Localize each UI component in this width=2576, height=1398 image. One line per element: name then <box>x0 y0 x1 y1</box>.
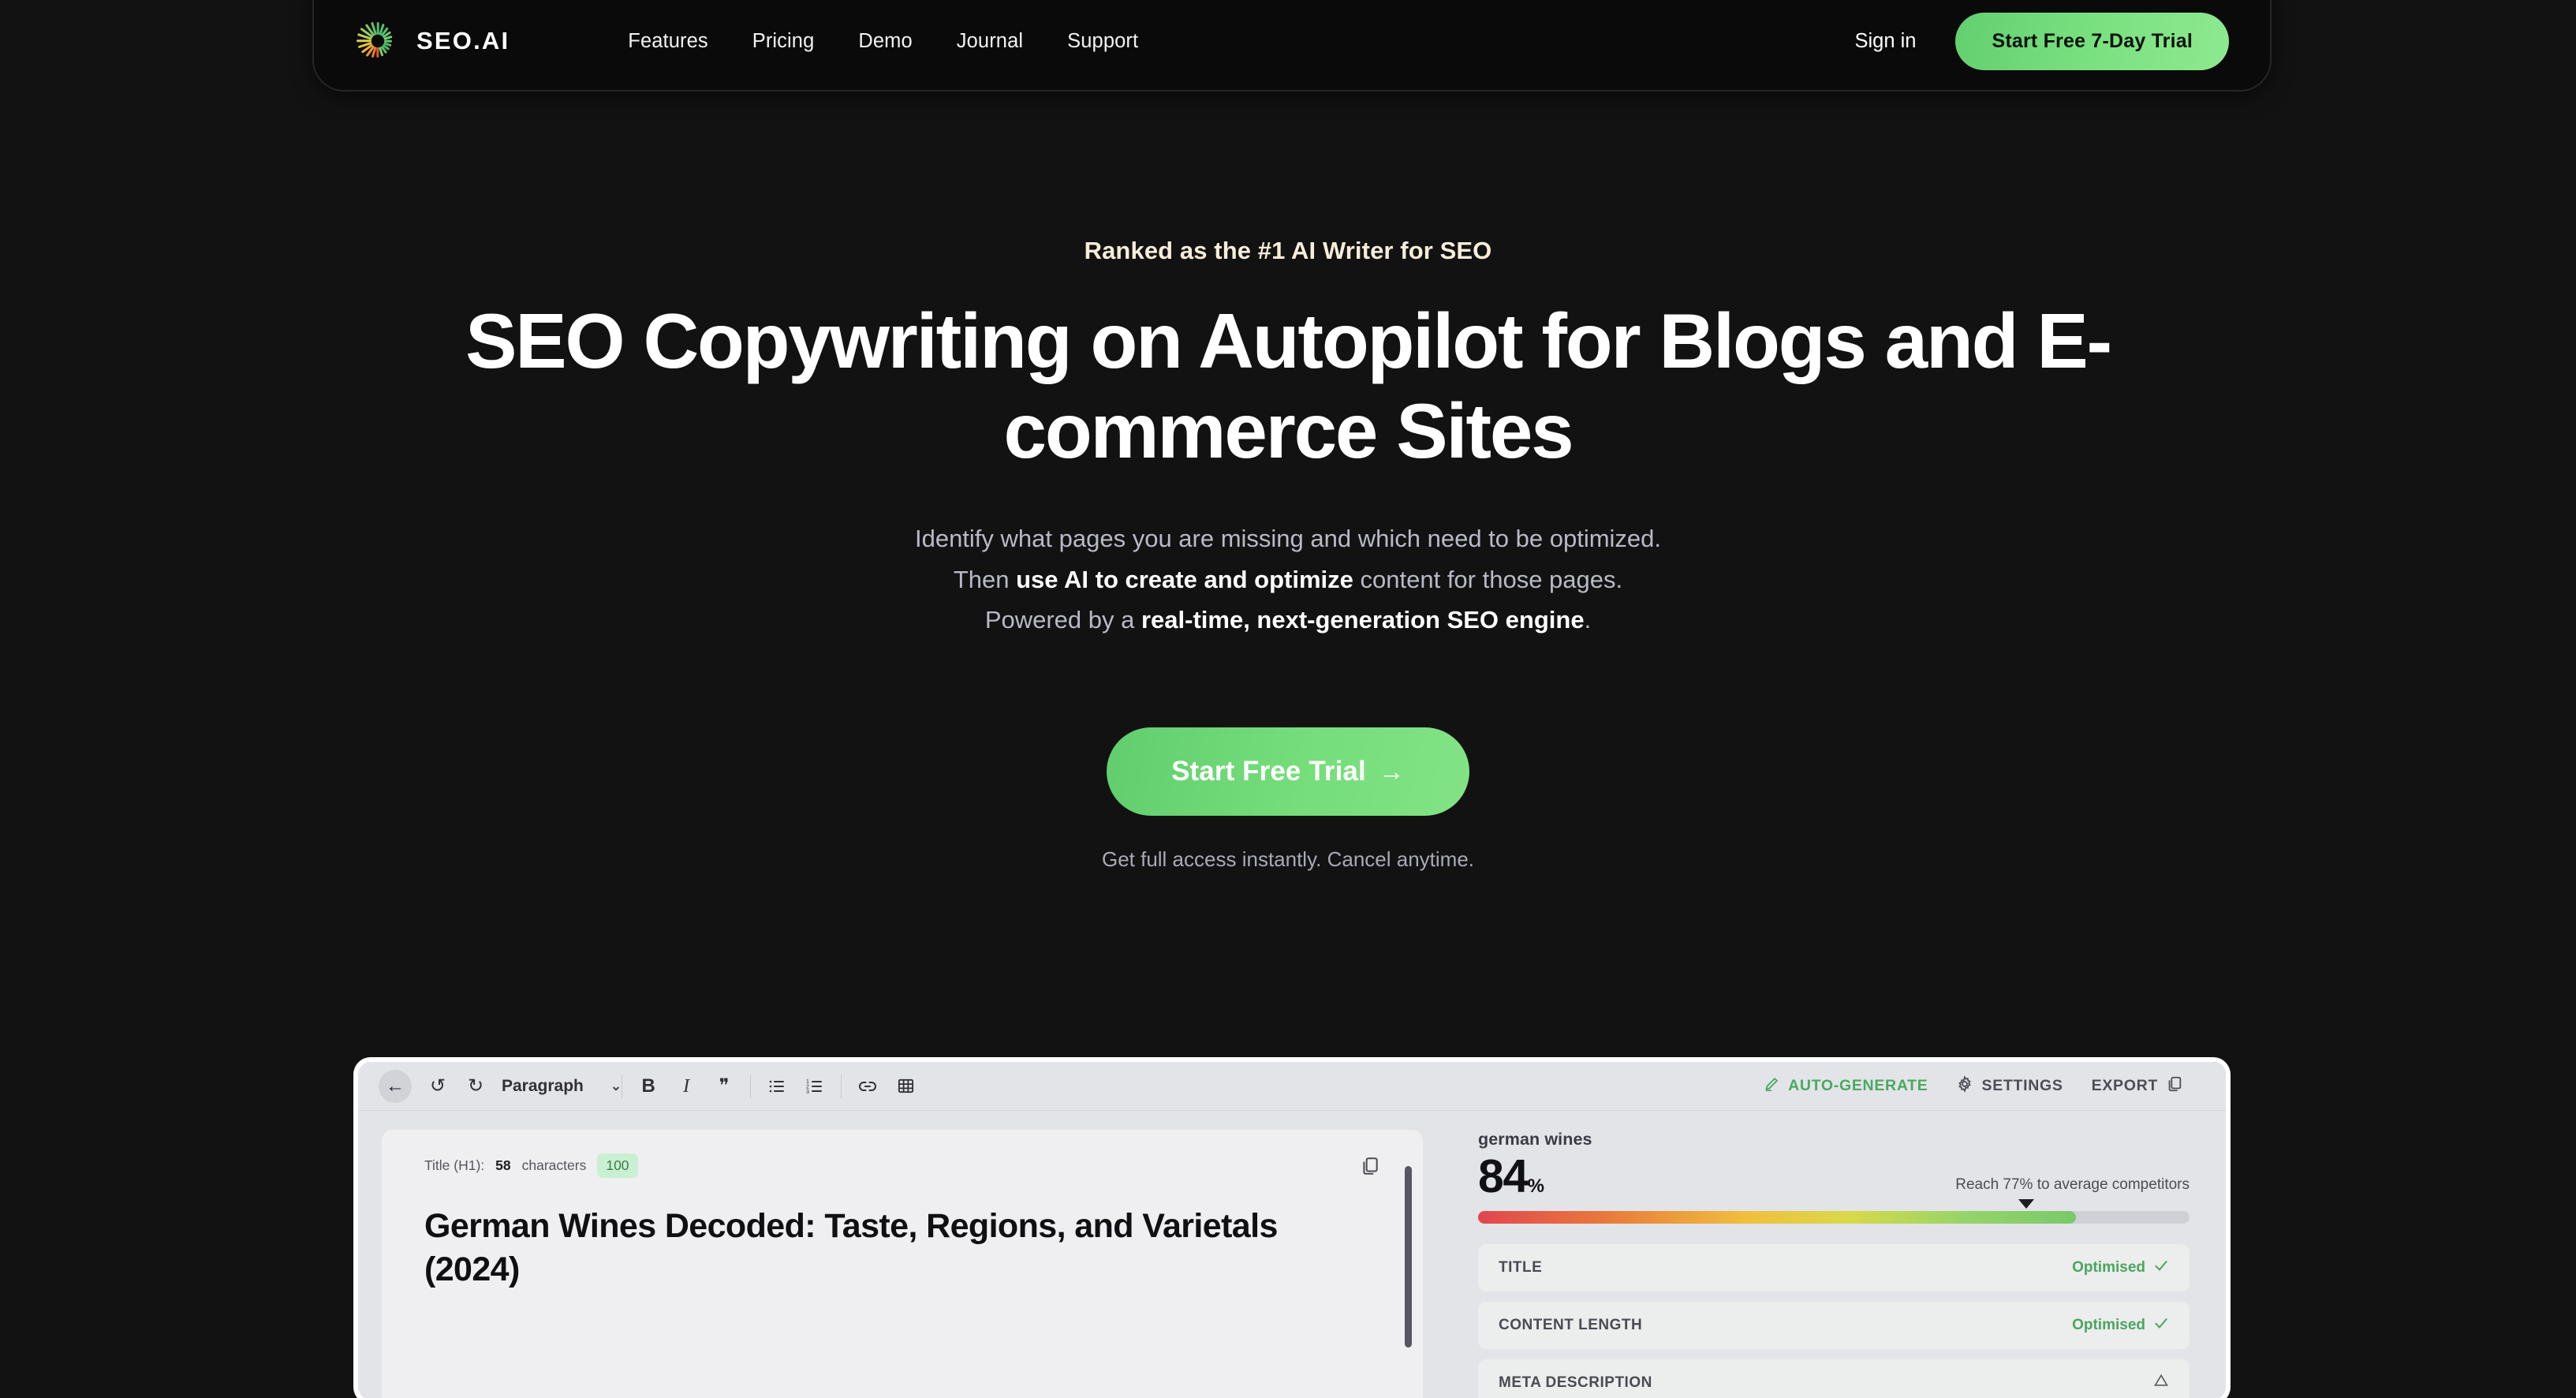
check-status-label: Optimised <box>2072 1259 2145 1277</box>
site-header: SEO.AI Features Pricing Demo Journal Sup… <box>312 0 2272 92</box>
score-bar <box>1478 1199 2190 1224</box>
page-title: SEO Copywriting on Autopilot for Blogs a… <box>465 297 2112 474</box>
link-icon[interactable] <box>857 1077 878 1096</box>
check-label: META DESCRIPTION <box>1499 1374 1652 1392</box>
subheading-line-2: Then use AI to create and optimize conte… <box>953 565 1623 593</box>
editor-workspace: Title (H1): 58 characters 100 German Win… <box>358 1111 2226 1398</box>
main-nav: Features Pricing Demo Journal Support <box>628 30 1138 53</box>
title-score-badge: 100 <box>597 1153 638 1178</box>
competitor-marker-icon <box>2018 1199 2034 1209</box>
check-icon <box>2153 1315 2169 1336</box>
check-row-title[interactable]: TITLE Optimised <box>1478 1244 2190 1292</box>
quote-icon[interactable]: ❞ <box>714 1076 734 1096</box>
svg-text:3: 3 <box>806 1090 809 1095</box>
export-label: EXPORT <box>2091 1077 2158 1094</box>
insert-controls <box>842 1071 931 1102</box>
seo-score-value: 84% <box>1478 1150 1544 1202</box>
auto-generate-label: AUTO-GENERATE <box>1788 1077 1928 1094</box>
check-label: CONTENT LENGTH <box>1499 1317 1643 1334</box>
starburst-logo-icon <box>355 18 401 64</box>
editor-scrollbar[interactable] <box>1405 1166 1412 1348</box>
check-status: Optimised <box>2072 1258 2169 1278</box>
target-keyword: german wines <box>1478 1130 1592 1149</box>
redo-icon[interactable]: ↻ <box>465 1076 486 1096</box>
auto-generate-button[interactable]: AUTO-GENERATE <box>1763 1075 1928 1097</box>
brand-logo[interactable]: SEO.AI <box>355 18 510 64</box>
pencil-icon <box>1763 1075 1780 1097</box>
hero-cta-zone: Start Free Trial → Get full access insta… <box>0 727 2576 872</box>
start-free-trial-button[interactable]: Start Free Trial → <box>1107 727 1469 816</box>
check-status-label: Optimised <box>2072 1317 2145 1334</box>
table-icon[interactable] <box>895 1077 916 1095</box>
document-title[interactable]: German Wines Decoded: Taste, Regions, an… <box>424 1205 1308 1291</box>
settings-label: SETTINGS <box>1981 1077 2063 1094</box>
block-type-value: Paragraph <box>502 1076 584 1095</box>
chevron-down-icon: ⌄ <box>610 1078 622 1093</box>
nav-item-features[interactable]: Features <box>628 30 707 53</box>
italic-icon[interactable]: I <box>676 1077 696 1096</box>
toolbar-right-actions: AUTO-GENERATE SETTINGS EXPORT <box>1763 1075 2205 1097</box>
header-actions: Sign in Start Free 7-Day Trial <box>1855 12 2229 70</box>
title-char-count: 58 <box>495 1157 511 1173</box>
cta-label: Start Free Trial <box>1171 755 1366 787</box>
title-meta-row: Title (H1): 58 characters 100 <box>424 1153 1380 1178</box>
score-bar-fill <box>1478 1211 2076 1224</box>
sign-in-link[interactable]: Sign in <box>1855 30 1917 53</box>
title-char-unit: characters <box>521 1157 587 1173</box>
settings-button[interactable]: SETTINGS <box>1956 1075 2063 1097</box>
check-row-content-length[interactable]: CONTENT LENGTH Optimised <box>1478 1302 2190 1350</box>
check-status <box>2145 1373 2169 1393</box>
nav-item-journal[interactable]: Journal <box>957 30 1023 53</box>
editor-toolbar: ← ↺ ↻ Paragraph ⌄ B I ❞ 1 2 3 AUTO-GENER… <box>358 1062 2226 1111</box>
check-icon <box>2153 1258 2169 1278</box>
arrow-right-icon: → <box>1378 757 1405 787</box>
document-editor-column: Title (H1): 58 characters 100 German Win… <box>358 1111 1447 1398</box>
subheading-line-3: Powered by a real-time, next-generation … <box>984 606 1592 634</box>
score-unit: % <box>1527 1176 1544 1197</box>
bold-icon[interactable]: B <box>638 1076 659 1096</box>
hero-subheading: Identify what pages you are missing and … <box>0 518 2576 640</box>
optimisation-check-list: TITLE Optimised CONTENT LENGTH Optimised… <box>1478 1244 2190 1398</box>
reach-note: Reach 77% to average competitors <box>1955 1176 2190 1194</box>
history-controls: ↺ ↻ <box>412 1071 502 1102</box>
cta-note: Get full access instantly. Cancel anytim… <box>1101 847 1475 871</box>
title-meta-label: Title (H1): <box>424 1157 485 1173</box>
brand-name: SEO.AI <box>416 27 510 54</box>
arrow-left-icon[interactable]: ← <box>379 1069 412 1103</box>
hero-section: Ranked as the #1 AI Writer for SEO SEO C… <box>0 237 2576 872</box>
text-format-controls: B I ❞ <box>622 1071 750 1102</box>
copy-icon <box>2166 1075 2183 1097</box>
document-card: Title (H1): 58 characters 100 German Win… <box>382 1130 1423 1398</box>
numbered-list-icon[interactable]: 123 <box>805 1077 825 1096</box>
hero-eyebrow: Ranked as the #1 AI Writer for SEO <box>1084 237 1492 264</box>
block-type-select[interactable]: Paragraph ⌄ <box>502 1077 622 1096</box>
start-free-trial-header-button[interactable]: Start Free 7-Day Trial <box>1955 12 2229 70</box>
app-screenshot-frame: ← ↺ ↻ Paragraph ⌄ B I ❞ 1 2 3 AUTO-GENER… <box>353 1057 2231 1398</box>
score-row: 84% Reach 77% to average competitors <box>1478 1150 2190 1202</box>
copy-title-icon[interactable] <box>1360 1156 1380 1176</box>
warning-icon <box>2153 1373 2169 1393</box>
landing-page: SEO.AI Features Pricing Demo Journal Sup… <box>0 0 2576 1398</box>
check-row-meta-description[interactable]: META DESCRIPTION <box>1478 1359 2190 1398</box>
nav-item-pricing[interactable]: Pricing <box>752 30 815 53</box>
subheading-line-1: Identify what pages you are missing and … <box>914 525 1662 553</box>
nav-item-demo[interactable]: Demo <box>858 30 912 53</box>
bullet-list-icon[interactable] <box>767 1077 787 1096</box>
undo-icon[interactable]: ↺ <box>427 1076 448 1096</box>
check-status: Optimised <box>2072 1315 2169 1336</box>
list-controls: 123 <box>751 1071 841 1102</box>
seo-score-panel: german wines 84% Reach 77% to average co… <box>1447 1111 2226 1398</box>
nav-item-support[interactable]: Support <box>1067 30 1138 53</box>
check-label: TITLE <box>1499 1259 1543 1277</box>
gear-icon <box>1956 1075 1973 1097</box>
export-button[interactable]: EXPORT <box>2092 1075 2183 1097</box>
